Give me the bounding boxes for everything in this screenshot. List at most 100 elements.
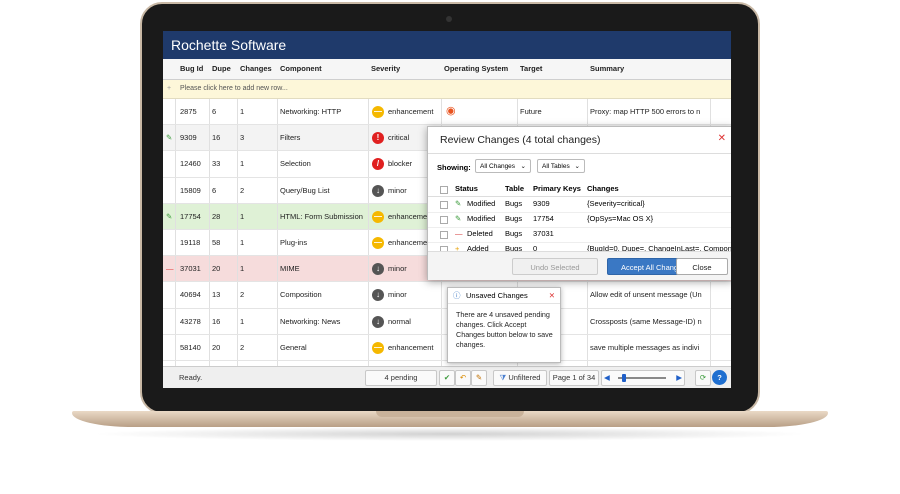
cell-component[interactable]: Query/Bug List	[280, 178, 368, 203]
cell-changes[interactable]: 2	[240, 335, 276, 360]
minus-icon: —	[372, 341, 384, 354]
cell-component[interactable]: Networking: HTTP	[280, 99, 368, 124]
change-row[interactable]: ✎ Modified Bugs 17754 {OpSys=Mac OS X}	[428, 212, 731, 228]
column-divider	[277, 334, 278, 360]
cell-component[interactable]: Composition	[280, 282, 368, 307]
close-icon[interactable]: ✕	[718, 133, 726, 144]
column-divider	[237, 99, 238, 125]
cell-component[interactable]: HTML: Form Submission	[280, 204, 368, 229]
cell-dupe[interactable]: 28	[212, 204, 236, 229]
accept-check-icon[interactable]: ✔	[439, 370, 455, 386]
cell-summary[interactable]: Proxy: map HTTP 500 errors to n	[590, 99, 718, 124]
col-changes[interactable]: Changes	[240, 59, 272, 79]
change-status: Modified	[467, 199, 496, 208]
page-slider-handle[interactable]	[622, 374, 626, 382]
cell-bug-id[interactable]: 17754	[180, 204, 208, 229]
cell-bug-id[interactable]: 19118	[180, 230, 208, 255]
webcam	[446, 16, 452, 22]
prev-page-icon[interactable]: ◀	[604, 371, 610, 385]
column-divider	[368, 256, 369, 282]
cell-dupe[interactable]: 16	[212, 309, 236, 334]
cell-dupe[interactable]: 16	[212, 125, 236, 150]
col-bug-id[interactable]: Bug Id	[180, 59, 203, 79]
cell-component[interactable]: General	[280, 335, 368, 360]
refresh-icon[interactable]: ⟳	[695, 370, 711, 386]
tooltip-close-icon[interactable]: ✕	[549, 288, 555, 303]
cell-severity[interactable]: normal	[388, 309, 441, 334]
cell-component[interactable]: Filters	[280, 125, 368, 150]
cell-severity[interactable]: minor	[388, 282, 441, 307]
tables-filter-select[interactable]: All Tables ⌄	[537, 159, 585, 173]
cell-bug-id[interactable]: 12460	[180, 151, 208, 176]
cell-severity[interactable]: enhancement	[388, 335, 441, 360]
cell-dupe[interactable]: 6	[212, 178, 236, 203]
unsaved-changes-tooltip: ⓘ Unsaved Changes ✕ There are 4 unsaved …	[447, 287, 561, 363]
changes-filter-select[interactable]: All Changes ⌄	[475, 159, 531, 173]
pending-changes-box[interactable]: 4 pending change(s).	[365, 370, 437, 388]
table-row[interactable]: 2875 6 1 Networking: HTTP enhancement Future P…	[163, 99, 731, 126]
cell-dupe[interactable]: 20	[212, 335, 236, 360]
cell-changes[interactable]: 2	[240, 178, 276, 203]
column-divider	[368, 151, 369, 177]
cell-summary[interactable]: save multiple messages as indivi	[590, 335, 718, 360]
cell-component[interactable]: MIME	[280, 256, 368, 281]
close-button[interactable]: Close	[676, 258, 728, 275]
status-bar: Ready. 4 pending change(s). ✔ ↶ ✎ ⧩ Unfi…	[163, 366, 731, 388]
column-divider	[237, 229, 238, 256]
cell-component[interactable]: Networking: News	[280, 309, 368, 334]
cell-changes[interactable]: 1	[240, 204, 276, 229]
cell-summary[interactable]: Allow edit of unsent message (Un	[590, 282, 718, 307]
cell-summary[interactable]: Crossposts (same Message-ID) n	[590, 309, 718, 334]
change-key: 17754	[533, 214, 554, 223]
change-status: Modified	[467, 214, 496, 223]
col-component[interactable]: Component	[280, 59, 322, 79]
add-row-bar[interactable]: + Please click here to add new row...	[163, 80, 731, 99]
undo-selected-button[interactable]: Undo Selected	[512, 258, 598, 275]
change-row[interactable]: — Deleted Bugs 37031	[428, 227, 731, 243]
cell-changes[interactable]: 3	[240, 125, 276, 150]
cell-dupe[interactable]: 13	[212, 282, 236, 307]
cell-bug-id[interactable]: 2875	[180, 99, 208, 124]
cell-dupe[interactable]: 58	[212, 230, 236, 255]
cell-changes[interactable]: 2	[240, 282, 276, 307]
tooltip-body: There are 4 unsaved pending changes. Cli…	[456, 310, 553, 349]
cell-changes[interactable]: 1	[240, 230, 276, 255]
cell-bug-id[interactable]: 9309	[180, 125, 208, 150]
cell-dupe[interactable]: 20	[212, 256, 236, 281]
cell-bug-id[interactable]: 37031	[180, 256, 208, 281]
column-divider	[237, 177, 238, 203]
column-divider	[368, 125, 369, 151]
cell-severity[interactable]: enhancement	[388, 99, 441, 124]
cell-target[interactable]: Future	[520, 99, 588, 124]
review-icon[interactable]: ✎	[471, 370, 487, 386]
col-severity[interactable]: Severity	[371, 59, 400, 79]
col-target[interactable]: Target	[520, 59, 542, 79]
col-dupe[interactable]: Dupe	[212, 59, 231, 79]
cell-changes[interactable]: 1	[240, 99, 276, 124]
column-divider	[441, 308, 442, 334]
cell-changes[interactable]: 1	[240, 256, 276, 281]
cell-bug-id[interactable]: 15809	[180, 178, 208, 203]
help-icon[interactable]: ?	[712, 370, 727, 385]
col-operating-system[interactable]: Operating System	[444, 59, 508, 79]
cell-bug-id[interactable]: 40694	[180, 282, 208, 307]
laptop-notch	[376, 411, 524, 417]
column-divider	[368, 308, 369, 334]
cell-component[interactable]: Selection	[280, 151, 368, 176]
column-divider	[277, 203, 278, 229]
cell-changes[interactable]: 1	[240, 151, 276, 176]
col-summary[interactable]: Summary	[590, 59, 624, 79]
cell-dupe[interactable]: 33	[212, 151, 236, 176]
next-page-icon[interactable]: ▶	[676, 371, 682, 385]
pager: ◀ ▶	[601, 370, 685, 386]
cell-bug-id[interactable]: 43278	[180, 309, 208, 334]
filter-status[interactable]: ⧩ Unfiltered	[493, 370, 547, 386]
undo-icon[interactable]: ↶	[455, 370, 471, 386]
cell-changes[interactable]: 1	[240, 309, 276, 334]
cell-dupe[interactable]: 6	[212, 99, 236, 124]
changes-table-header: Status Table Primary Keys Changes	[428, 182, 731, 197]
column-divider	[277, 125, 278, 151]
cell-bug-id[interactable]: 58140	[180, 335, 208, 360]
cell-component[interactable]: Plug-ins	[280, 230, 368, 255]
change-row[interactable]: ✎ Modified Bugs 9309 {Severity=critical}	[428, 197, 731, 213]
